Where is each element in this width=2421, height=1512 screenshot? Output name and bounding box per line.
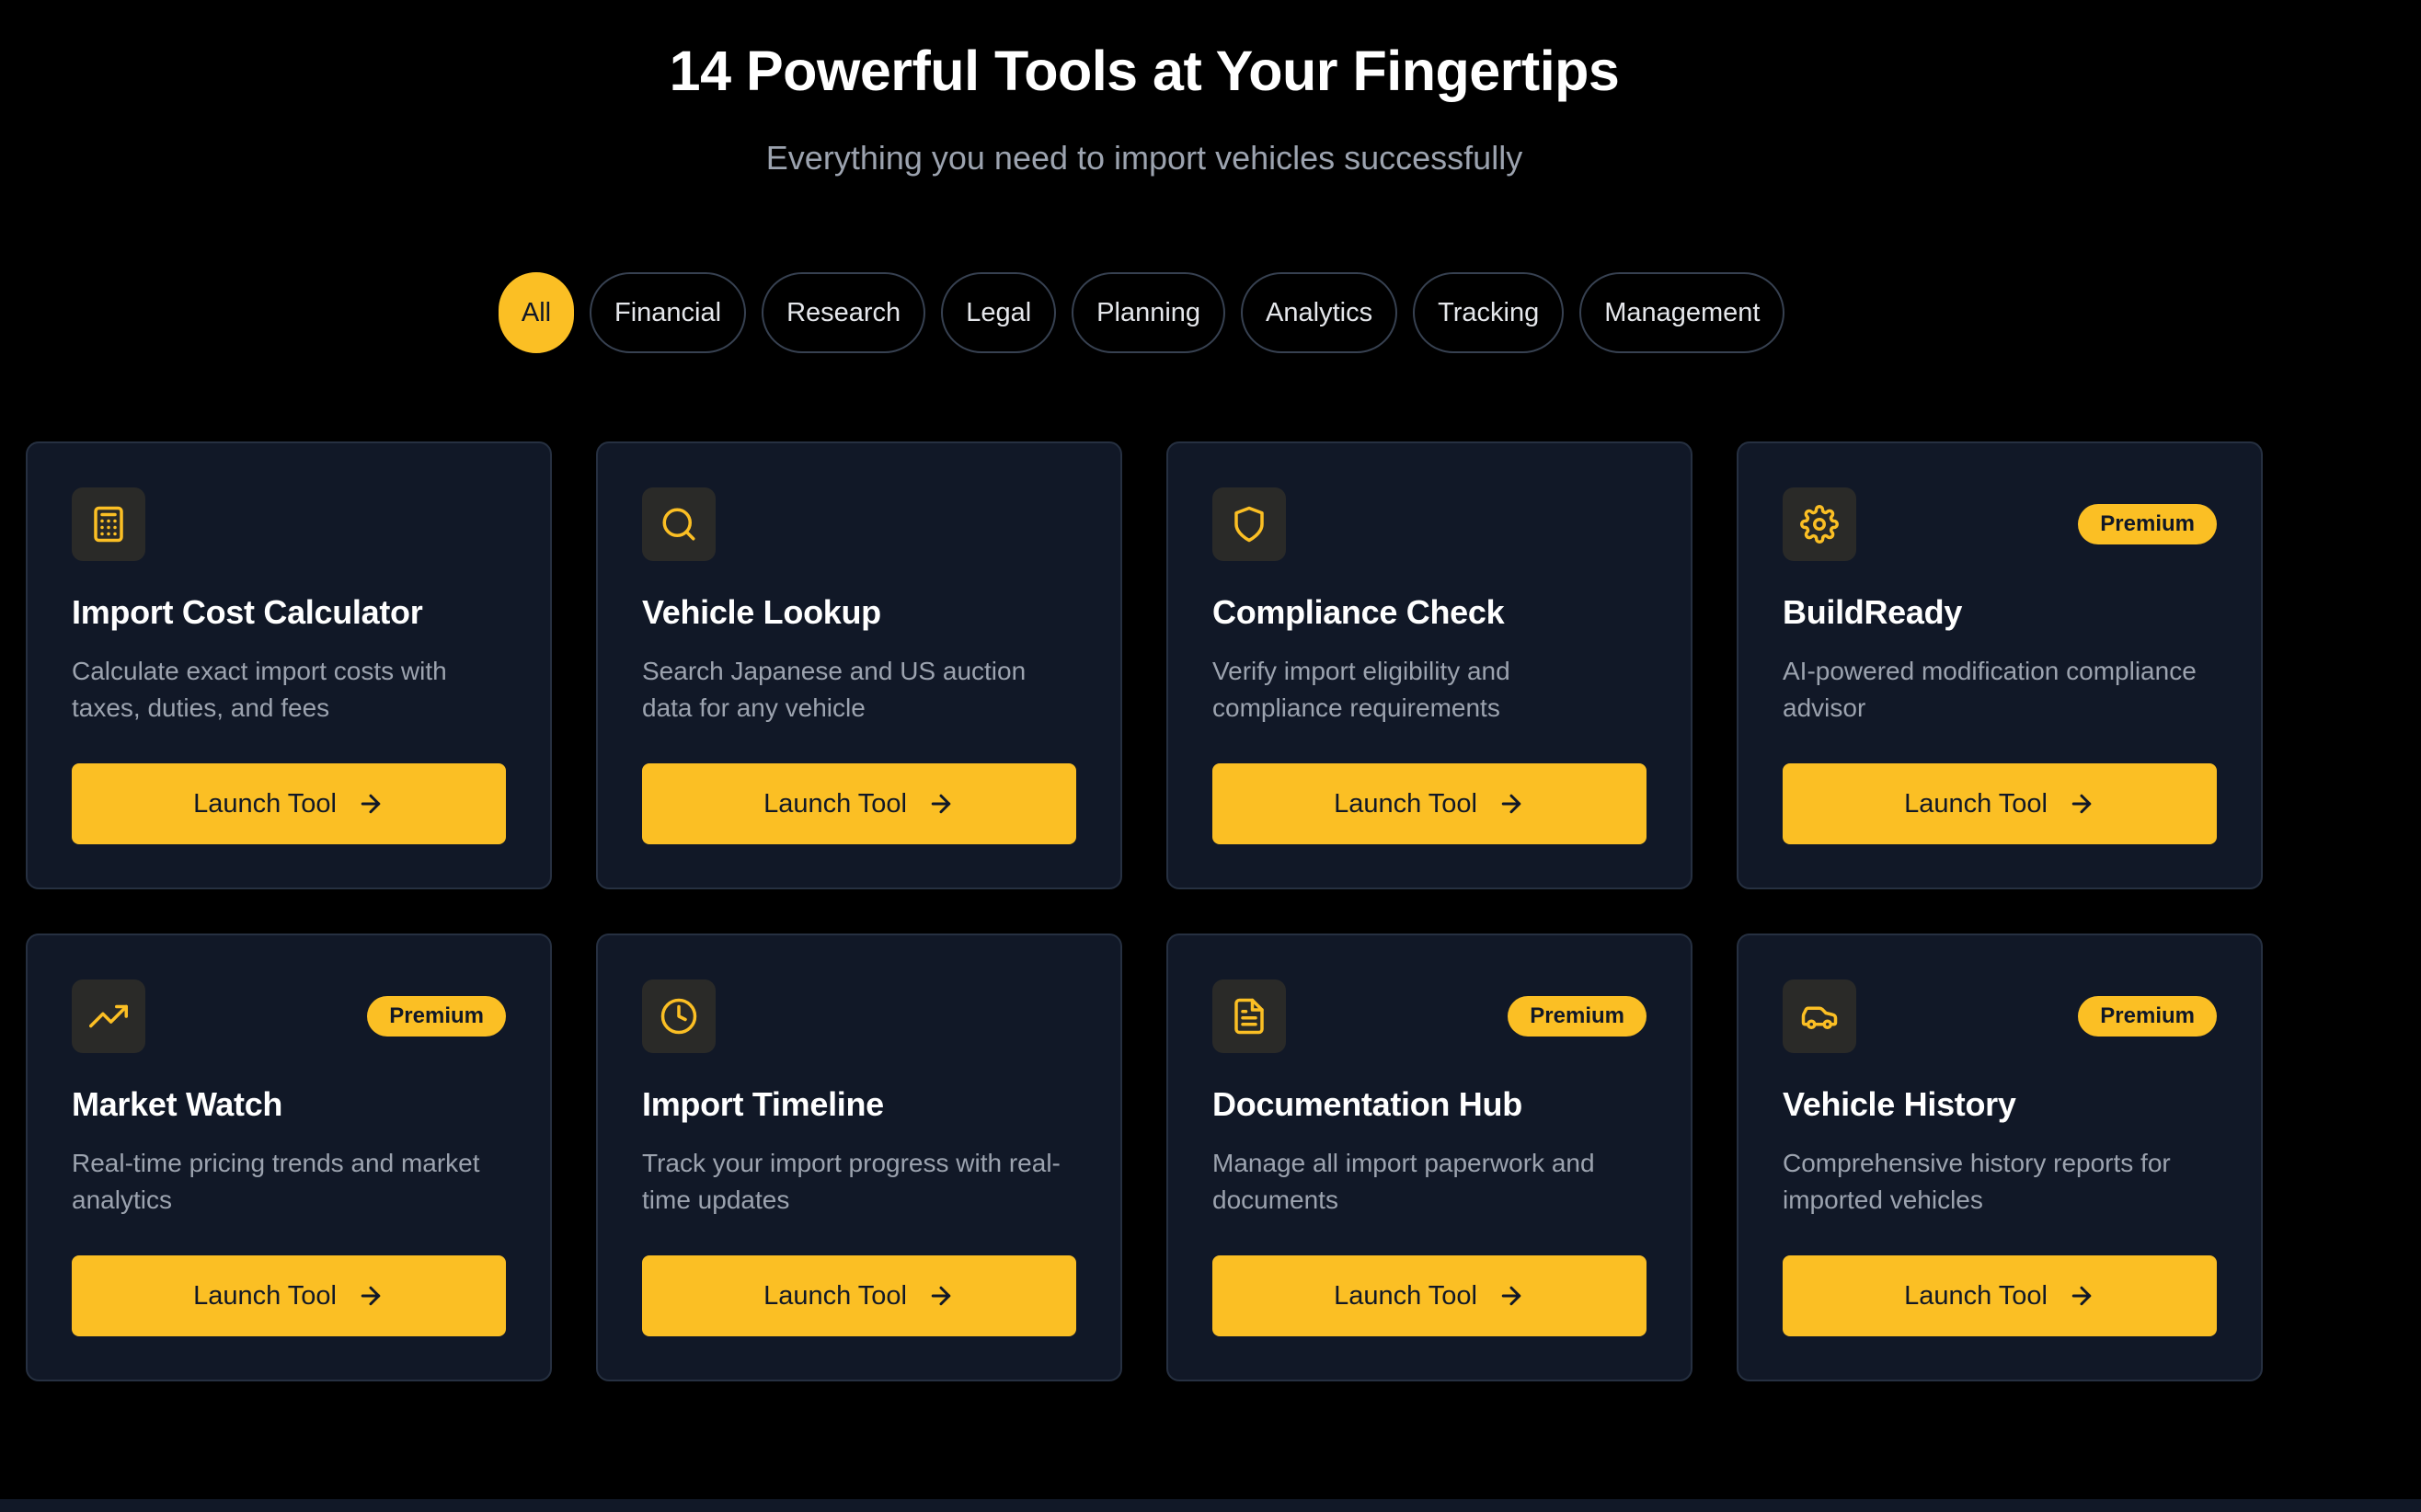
arrow-right-icon xyxy=(2068,1282,2095,1310)
filter-bar: All Financial Research Legal Planning Analyti… xyxy=(499,272,1785,353)
filter-tracking[interactable]: Tracking xyxy=(1413,272,1565,353)
tool-description: AI-powered modification compliance advis… xyxy=(1783,657,2197,722)
tool-card-vehicle-history: Premium Vehicle History Comprehensive hist… xyxy=(1737,934,2263,1381)
arrow-right-icon xyxy=(357,1282,384,1310)
tool-card-buildready: Premium BuildReady AI-powered modification… xyxy=(1737,441,2263,889)
trending-up-icon xyxy=(72,979,145,1053)
filter-management[interactable]: Management xyxy=(1579,272,1785,353)
launch-tool-label: Launch Tool xyxy=(1904,1280,2048,1311)
car-icon xyxy=(1783,979,1856,1053)
launch-tool-label: Launch Tool xyxy=(763,788,907,819)
launch-tool-label: Launch Tool xyxy=(1334,1280,1477,1311)
launch-tool-button[interactable]: Launch Tool xyxy=(1783,1255,2217,1336)
filter-all[interactable]: All xyxy=(499,272,574,353)
premium-badge: Premium xyxy=(2078,504,2217,544)
premium-badge: Premium xyxy=(1508,996,1647,1037)
tools-page: 14 Powerful Tools at Your Fingertips Eve… xyxy=(0,0,2421,1512)
launch-tool-button[interactable]: Launch Tool xyxy=(1783,763,2217,844)
tool-description: Real-time pricing trends and market anal… xyxy=(72,1149,480,1214)
tool-card-vehicle-lookup: Vehicle Lookup Search Japanese and US auc… xyxy=(596,441,1122,889)
gear-icon xyxy=(1783,487,1856,561)
tool-description: Verify import eligibility and compliance… xyxy=(1212,657,1510,722)
tool-title: Import Cost Calculator xyxy=(72,593,423,631)
shield-icon xyxy=(1212,487,1286,561)
launch-tool-button[interactable]: Launch Tool xyxy=(642,1255,1076,1336)
tools-grid: Import Cost Calculator Calculate exact im… xyxy=(26,441,2263,1381)
tool-title: Documentation Hub xyxy=(1212,1085,1522,1123)
page-subtitle: Everything you need to import vehicles s… xyxy=(765,139,1523,177)
tool-card-documentation-hub: Premium Documentation Hub Manage all impor… xyxy=(1166,934,1692,1381)
footer-divider xyxy=(0,1499,2421,1512)
launch-tool-label: Launch Tool xyxy=(193,1280,337,1311)
filter-analytics[interactable]: Analytics xyxy=(1241,272,1398,353)
filter-financial[interactable]: Financial xyxy=(590,272,747,353)
arrow-right-icon xyxy=(1497,790,1525,818)
tool-title: Import Timeline xyxy=(642,1085,884,1123)
clock-icon xyxy=(642,979,716,1053)
arrow-right-icon xyxy=(1497,1282,1525,1310)
tool-title: Vehicle History xyxy=(1783,1085,2016,1123)
launch-tool-label: Launch Tool xyxy=(193,788,337,819)
tool-description: Search Japanese and US auction data for … xyxy=(642,657,1027,722)
arrow-right-icon xyxy=(927,790,955,818)
filter-research[interactable]: Research xyxy=(762,272,926,353)
premium-badge: Premium xyxy=(2078,996,2217,1037)
tool-description: Calculate exact import costs with taxes,… xyxy=(72,657,447,722)
tool-card-market-watch: Premium Market Watch Real-time pricing tre… xyxy=(26,934,552,1381)
launch-tool-label: Launch Tool xyxy=(1904,788,2048,819)
premium-badge: Premium xyxy=(367,996,506,1037)
tool-title: BuildReady xyxy=(1783,593,1963,631)
calculator-icon xyxy=(72,487,145,561)
tool-title: Compliance Check xyxy=(1212,593,1505,631)
search-icon xyxy=(642,487,716,561)
arrow-right-icon xyxy=(927,1282,955,1310)
arrow-right-icon xyxy=(357,790,384,818)
launch-tool-button[interactable]: Launch Tool xyxy=(642,763,1076,844)
page-title: 14 Powerful Tools at Your Fingertips xyxy=(669,40,1620,102)
tool-description: Comprehensive history reports for import… xyxy=(1783,1149,2171,1214)
tool-description: Track your import progress with real-tim… xyxy=(642,1149,1061,1214)
launch-tool-button[interactable]: Launch Tool xyxy=(72,763,506,844)
tool-card-import-timeline: Import Timeline Track your import progres… xyxy=(596,934,1122,1381)
launch-tool-button[interactable]: Launch Tool xyxy=(1212,1255,1647,1336)
filter-planning[interactable]: Planning xyxy=(1072,272,1226,353)
tool-card-import-cost-calculator: Import Cost Calculator Calculate exact im… xyxy=(26,441,552,889)
document-icon xyxy=(1212,979,1286,1053)
filter-legal[interactable]: Legal xyxy=(941,272,1057,353)
tool-title: Vehicle Lookup xyxy=(642,593,881,631)
launch-tool-button[interactable]: Launch Tool xyxy=(72,1255,506,1336)
launch-tool-label: Launch Tool xyxy=(763,1280,907,1311)
tool-title: Market Watch xyxy=(72,1085,283,1123)
tool-card-compliance-check: Compliance Check Verify import eligibilit… xyxy=(1166,441,1692,889)
launch-tool-label: Launch Tool xyxy=(1334,788,1477,819)
tool-description: Manage all import paperwork and document… xyxy=(1212,1149,1595,1214)
arrow-right-icon xyxy=(2068,790,2095,818)
launch-tool-button[interactable]: Launch Tool xyxy=(1212,763,1647,844)
